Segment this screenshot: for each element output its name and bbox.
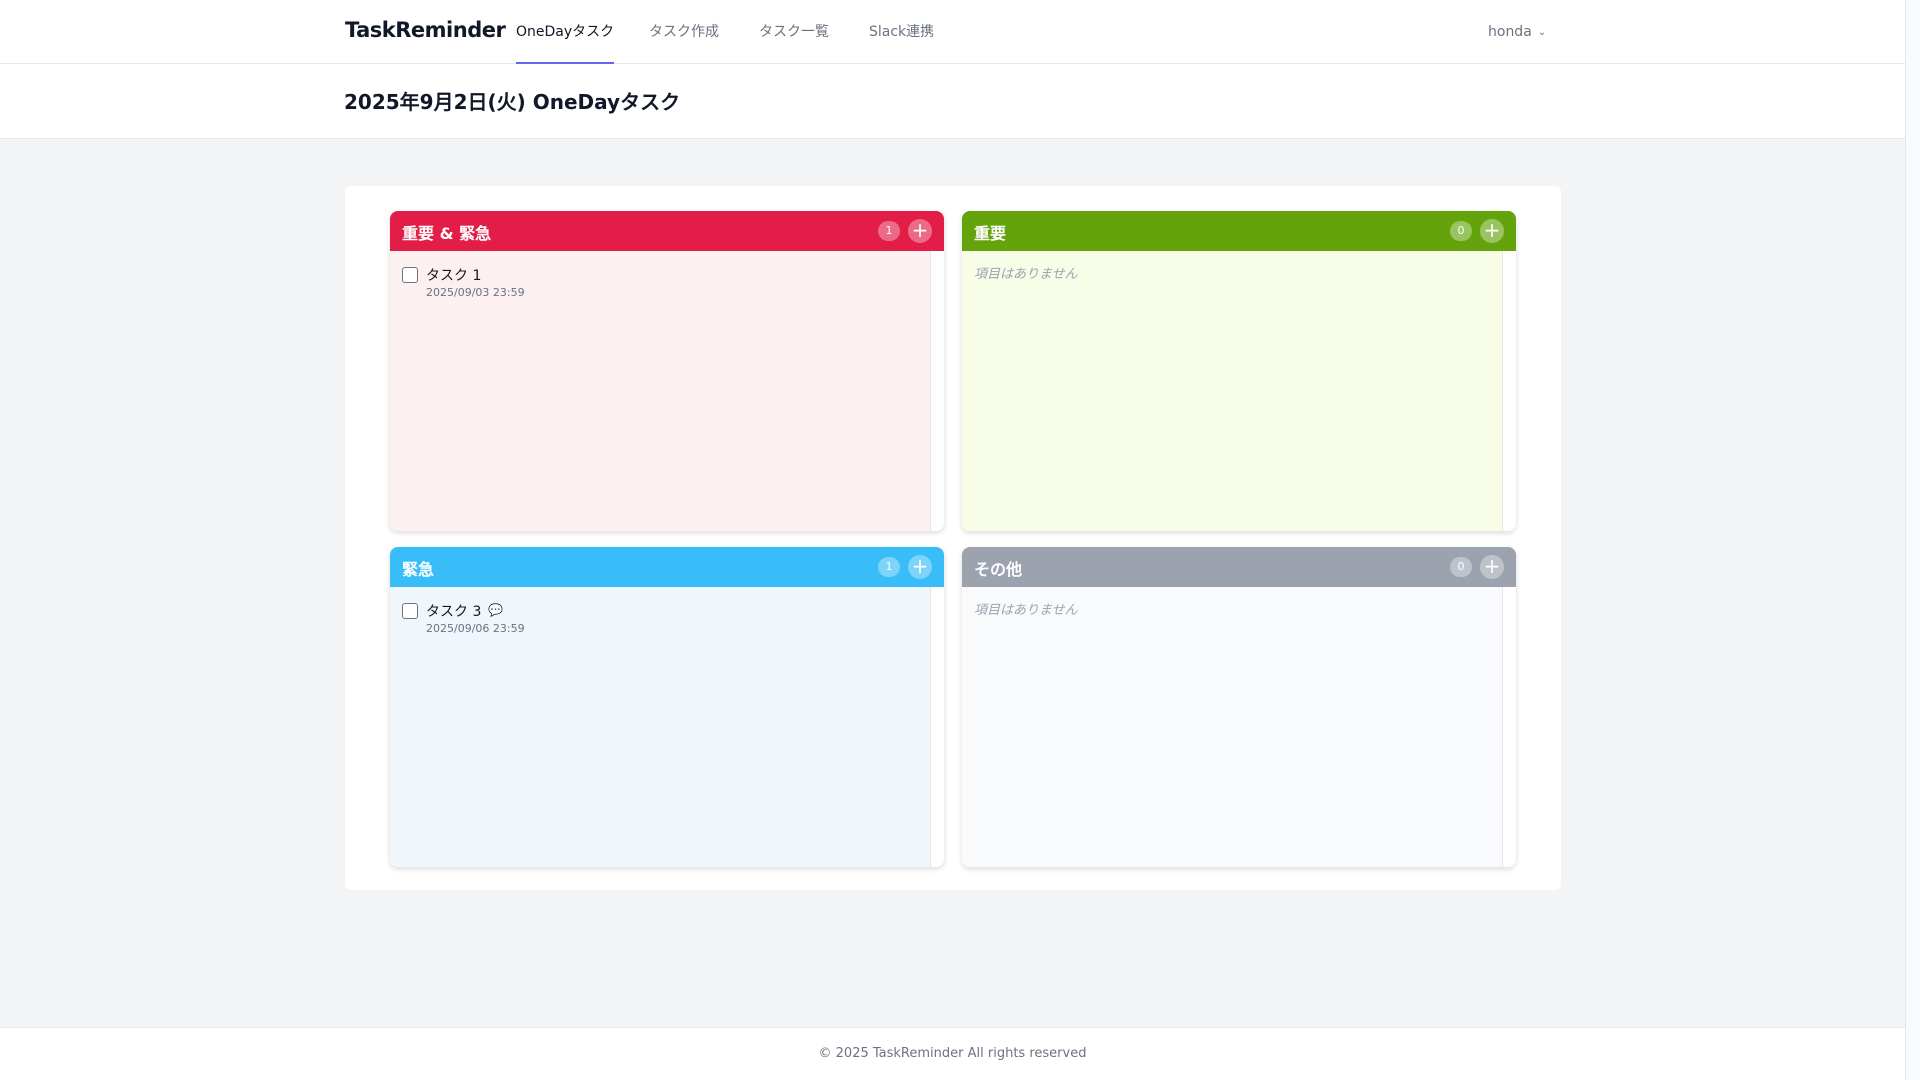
scrollbar[interactable]: [930, 587, 944, 867]
nav-link-create-task[interactable]: タスク作成: [649, 0, 719, 64]
page-title: 2025年9月2日(火) OneDayタスク: [344, 90, 681, 114]
count-badge: 0: [1450, 557, 1472, 577]
count-badge: 1: [878, 221, 900, 241]
count-badge: 0: [1450, 221, 1472, 241]
count-badge: 1: [878, 557, 900, 577]
add-task-button[interactable]: +: [908, 555, 932, 579]
scrollbar[interactable]: [930, 251, 944, 531]
nav-link-oneday[interactable]: OneDayタスク: [516, 0, 614, 64]
quadrant-title: 重要: [974, 224, 1007, 243]
footer-text: © 2025 TaskReminder All rights reserved: [818, 1046, 1087, 1061]
task-checkbox[interactable]: [402, 267, 418, 283]
task-name[interactable]: タスク 3: [426, 601, 481, 621]
plus-icon: +: [1483, 218, 1501, 242]
task-checkbox[interactable]: [402, 603, 418, 619]
scrollbar[interactable]: [1502, 251, 1516, 531]
quadrant-title: 重要 & 緊急: [402, 224, 492, 243]
quadrant-title: その他: [974, 560, 1023, 579]
add-task-button[interactable]: +: [1480, 219, 1504, 243]
quadrant-header: 緊急 1 +: [390, 547, 944, 587]
chevron-down-icon: ⌄: [1537, 27, 1547, 38]
brand-logo[interactable]: TaskReminder: [345, 18, 506, 42]
quadrant-body: タスク 3 💬 2025/09/06 23:59: [390, 587, 944, 867]
quadrant-header: 重要 0 +: [962, 211, 1516, 251]
task-name[interactable]: タスク 1: [426, 265, 481, 285]
quadrant-body: 項目はありません: [962, 587, 1516, 867]
matrix-card: 重要 & 緊急 1 + タスク 1 2025/09/03 23:59 重要 0 …: [345, 186, 1561, 890]
user-name: honda: [1488, 24, 1532, 40]
top-navigation: TaskReminder OneDayタスク タスク作成 タスク一覧 Slack…: [0, 0, 1905, 64]
plus-icon: +: [1483, 554, 1501, 578]
user-menu[interactable]: honda ⌄: [1488, 0, 1546, 64]
plus-icon: +: [911, 554, 929, 578]
task-due: 2025/09/03 23:59: [426, 286, 525, 299]
quadrant-important: 重要 0 + 項目はありません: [962, 211, 1516, 531]
plus-icon: +: [911, 218, 929, 242]
quadrant-body: 項目はありません: [962, 251, 1516, 531]
page-scrollbar[interactable]: [1905, 0, 1920, 1080]
scrollbar[interactable]: [1502, 587, 1516, 867]
quadrant-urgent: 緊急 1 + タスク 3 💬 2025/09/06 23:59: [390, 547, 944, 867]
page-header: 2025年9月2日(火) OneDayタスク: [0, 64, 1905, 139]
quadrant-other: その他 0 + 項目はありません: [962, 547, 1516, 867]
quadrant-header: 重要 & 緊急 1 +: [390, 211, 944, 251]
quadrant-title: 緊急: [402, 560, 435, 579]
quadrant-header: その他 0 +: [962, 547, 1516, 587]
comment-icon: 💬: [488, 603, 503, 617]
quadrant-body: タスク 1 2025/09/03 23:59: [390, 251, 944, 531]
nav-link-slack[interactable]: Slack連携: [869, 0, 934, 64]
add-task-button[interactable]: +: [908, 219, 932, 243]
add-task-button[interactable]: +: [1480, 555, 1504, 579]
empty-message: 項目はありません: [974, 267, 1078, 282]
footer: © 2025 TaskReminder All rights reserved: [0, 1027, 1905, 1080]
nav-link-task-list[interactable]: タスク一覧: [759, 0, 829, 64]
empty-message: 項目はありません: [974, 603, 1078, 618]
task-due: 2025/09/06 23:59: [426, 622, 525, 635]
quadrant-important-urgent: 重要 & 緊急 1 + タスク 1 2025/09/03 23:59: [390, 211, 944, 531]
